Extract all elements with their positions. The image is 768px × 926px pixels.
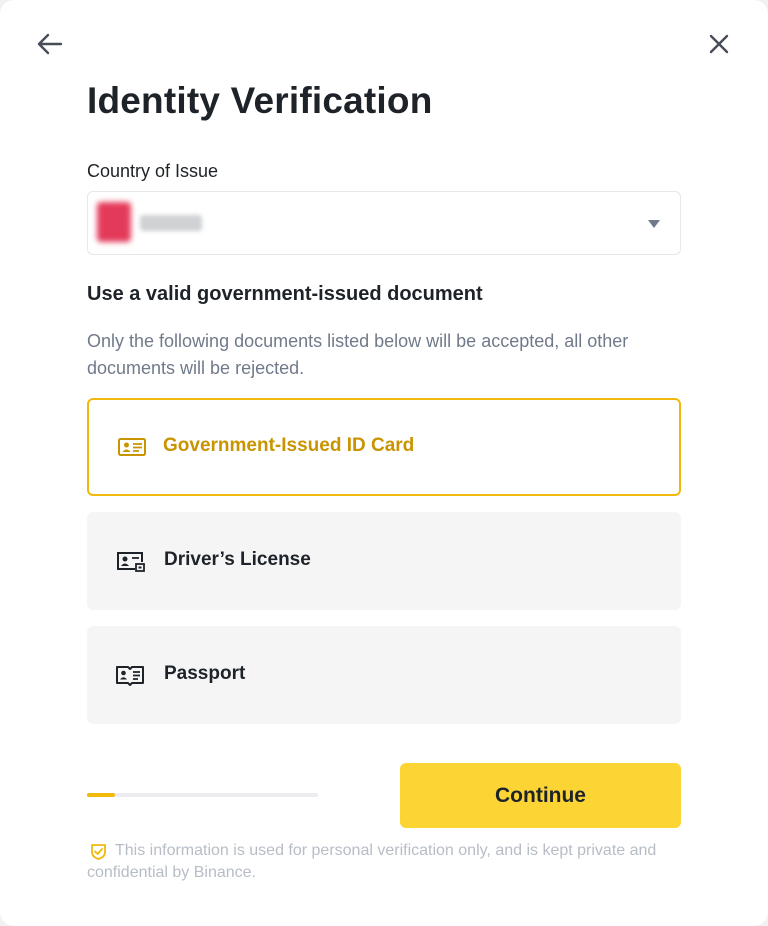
progress-fill [87, 793, 115, 797]
arrow-left-icon [37, 33, 63, 55]
country-select[interactable] [87, 191, 681, 255]
drivers-license-icon [117, 552, 145, 572]
documents-description: Only the following documents listed belo… [87, 331, 629, 378]
identity-verification-modal: Identity Verification Country of Issue U… [0, 0, 768, 926]
continue-button[interactable]: Continue [400, 763, 681, 828]
documents-heading: Use a valid government-issued document [87, 283, 483, 305]
document-option-label: Passport [164, 663, 246, 684]
progress-bar [87, 793, 318, 797]
close-icon [709, 34, 729, 54]
passport-icon [116, 666, 144, 686]
page-title: Identity Verification [87, 80, 433, 121]
privacy-notice: This information is used for personal ve… [87, 842, 657, 881]
close-button[interactable] [704, 29, 734, 59]
id-card-icon [118, 438, 146, 456]
document-option-id-card[interactable]: Government-Issued ID Card [87, 398, 681, 496]
country-label: Country of Issue [87, 161, 219, 181]
country-name [140, 215, 202, 231]
document-option-label: Government-Issued ID Card [163, 435, 415, 456]
back-button[interactable] [34, 30, 66, 58]
document-option-label: Driver’s License [164, 549, 311, 570]
document-option-passport[interactable]: Passport [87, 626, 681, 724]
country-flag-icon [97, 202, 131, 242]
document-option-drivers-license[interactable]: Driver’s License [87, 512, 681, 610]
caret-down-icon [648, 220, 660, 228]
